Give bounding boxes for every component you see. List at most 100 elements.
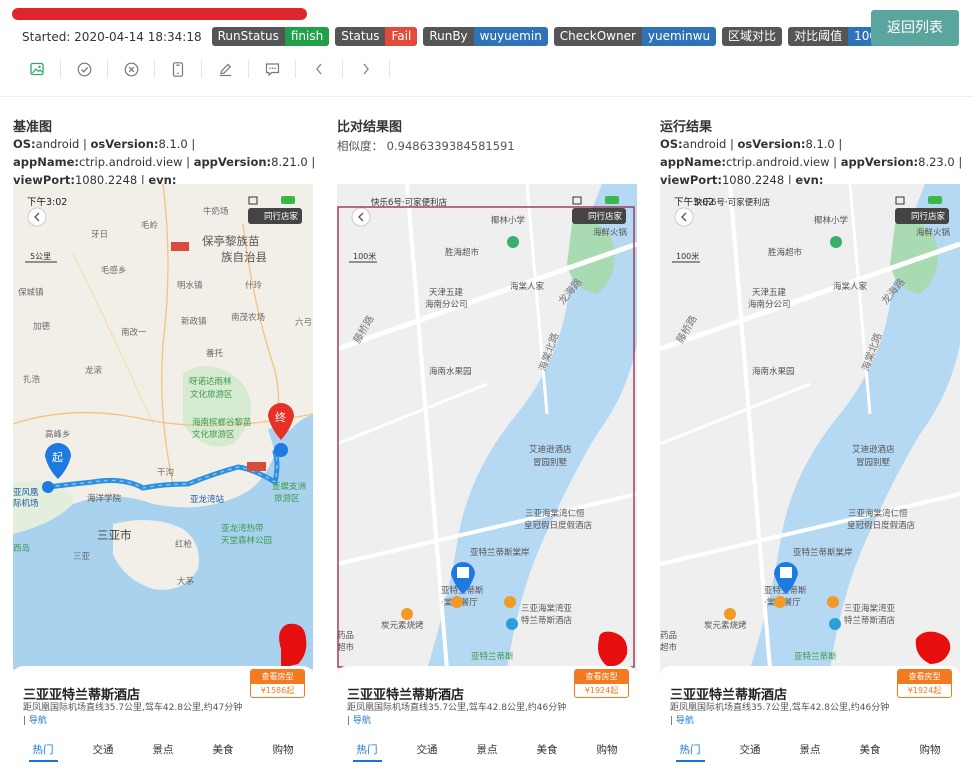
column-baseline: 基准图 OS:android | osVersion:8.1.0 | appNa… — [13, 116, 315, 188]
view-room-button[interactable]: 查看房型 ¥1924起 — [574, 669, 629, 698]
nav-link[interactable]: 导航 — [29, 716, 47, 726]
svg-text:三亚海棠湾亚: 三亚海棠湾亚 — [521, 603, 573, 614]
svg-text:皇冠假日度假酒店: 皇冠假日度假酒店 — [524, 520, 593, 531]
comment-icon[interactable] — [261, 58, 283, 80]
svg-text:特兰蒂斯酒店: 特兰蒂斯酒店 — [521, 615, 573, 626]
return-list-button[interactable]: 返回列表 — [871, 10, 959, 46]
column-title: 运行结果 — [660, 120, 713, 135]
tag-runstatus: RunStatus finish — [211, 27, 330, 46]
tab-shopping[interactable]: 购物 — [916, 742, 945, 762]
toolbar — [26, 58, 402, 80]
tag-runby: RunBy wuyuemin — [423, 27, 548, 46]
image-icon[interactable] — [26, 58, 48, 80]
svg-text:椰林小学: 椰林小学 — [491, 215, 526, 226]
phone-icon[interactable] — [167, 58, 189, 80]
svg-text:亚蝶支洲: 亚蝶支洲 — [272, 481, 306, 492]
svg-text:胜海超市: 胜海超市 — [768, 247, 803, 258]
svg-text:胜海超市: 胜海超市 — [445, 247, 480, 258]
chevron-left-icon[interactable] — [308, 58, 330, 80]
hotel-name[interactable]: 三亚亚特兰蒂斯酒店 — [23, 684, 140, 703]
svg-text:天津五建: 天津五建 — [752, 287, 787, 298]
column-title: 比对结果图 — [337, 120, 403, 135]
map-view: 牛奶场 毛岭 牙日 保亭黎族苗 族自治县 毛感乡 明水镇 什玲 保城镇 加德 南… — [13, 184, 313, 669]
hotel-distance: 距凤凰国际机场直线35.7公里,驾车42.8公里,约47分钟 | 导航 — [23, 703, 243, 726]
svg-text:海南分公司: 海南分公司 — [425, 299, 468, 310]
svg-text:毛感乡: 毛感乡 — [101, 265, 127, 276]
svg-text:亚特兰蒂斯棠岸: 亚特兰蒂斯棠岸 — [470, 547, 530, 558]
similarity: 相似度： 0.9486339384581591 — [337, 139, 515, 153]
hotel-distance: 距凤凰国际机场直线35.7公里,驾车42.8公里,约46分钟 | 导航 — [670, 703, 890, 726]
tab-hot[interactable]: 热门 — [675, 742, 705, 762]
card-tabs: 热门 交通 景点 美食 购物 — [337, 742, 637, 762]
hotel-card: 三亚亚特兰蒂斯酒店 距凤凰国际机场直线35.7公里,驾车42.8公里,约46分钟… — [337, 666, 637, 774]
svg-text:亚龙湾站: 亚龙湾站 — [190, 494, 225, 505]
svg-text:保城镇: 保城镇 — [18, 287, 44, 298]
nav-link[interactable]: 导航 — [353, 716, 371, 726]
svg-text:亚特兰蒂斯: 亚特兰蒂斯 — [794, 651, 837, 662]
svg-text:扎浩: 扎浩 — [23, 374, 41, 385]
compare-screenshot: 快乐6号·可家便利店 椰林小学 胜海超市 海鲜火锅 天津五建 海南分公司 海棠人… — [337, 184, 637, 774]
svg-text:药品: 药品 — [337, 630, 354, 641]
hotel-distance: 距凤凰国际机场直线35.7公里,驾车42.8公里,约46分钟 | 导航 — [347, 703, 567, 726]
svg-text:海鲜火锅: 海鲜火锅 — [916, 227, 950, 238]
svg-text:海南水果园: 海南水果园 — [429, 366, 472, 377]
close-circle-icon[interactable] — [120, 58, 142, 80]
tab-transport[interactable]: 交通 — [736, 742, 765, 762]
column-title: 基准图 — [13, 120, 53, 135]
svg-text:际机场: 际机场 — [13, 498, 39, 509]
tab-hot[interactable]: 热门 — [28, 742, 58, 762]
tab-shopping[interactable]: 购物 — [269, 742, 298, 762]
svg-text:牛奶场: 牛奶场 — [203, 206, 229, 217]
tab-food[interactable]: 美食 — [209, 742, 238, 762]
hotel-card: 三亚亚特兰蒂斯酒店 距凤凰国际机场直线35.7公里,驾车42.8公里,约47分钟… — [13, 666, 313, 774]
svg-text:大茅: 大茅 — [177, 576, 195, 587]
hotel-name[interactable]: 三亚亚特兰蒂斯酒店 — [347, 684, 464, 703]
tag-region-compare: 区域对比 — [722, 27, 783, 46]
svg-text:牙日: 牙日 — [91, 230, 108, 240]
tag-threshold: 对比阈值 100 — [788, 27, 883, 46]
svg-text:下午3:02: 下午3:02 — [674, 196, 714, 208]
tag-checkowner: CheckOwner yueminwu — [553, 27, 717, 46]
svg-text:红枪: 红枪 — [175, 539, 193, 550]
meta-row: Started: 2020-04-14 18:34:18 RunStatus fi… — [22, 27, 883, 46]
svg-text:冒园别墅: 冒园别墅 — [856, 457, 891, 468]
check-circle-icon[interactable] — [73, 58, 95, 80]
svg-text:艾迪逊酒店: 艾迪逊酒店 — [852, 444, 895, 455]
svg-text:海棠人家: 海棠人家 — [510, 281, 545, 292]
svg-text:海南槟榔谷黎苗: 海南槟榔谷黎苗 — [192, 417, 252, 428]
svg-text:毛岭: 毛岭 — [141, 220, 159, 231]
tab-food[interactable]: 美食 — [856, 742, 885, 762]
svg-text:加德: 加德 — [33, 321, 51, 332]
header-divider — [0, 96, 973, 97]
svg-text:旅游区: 旅游区 — [274, 493, 300, 504]
tab-hot[interactable]: 热门 — [352, 742, 382, 762]
redacted-title — [12, 8, 307, 20]
svg-text:100米: 100米 — [353, 251, 376, 261]
svg-text:亚龙湾热带: 亚龙湾热带 — [221, 523, 264, 534]
svg-text:药品: 药品 — [660, 630, 677, 641]
device-info: OS:android | osVersion:8.1.0 | — [660, 137, 843, 151]
tab-transport[interactable]: 交通 — [89, 742, 118, 762]
tab-sights[interactable]: 景点 — [473, 742, 502, 762]
tab-transport[interactable]: 交通 — [413, 742, 442, 762]
svg-text:海洋学院: 海洋学院 — [87, 493, 122, 504]
edit-icon[interactable] — [214, 58, 236, 80]
view-room-button[interactable]: 查看房型 ¥1924起 — [897, 669, 952, 698]
view-room-button[interactable]: 查看房型 ¥1586起 — [250, 669, 305, 698]
map-view: 快乐6号·可家便利店 椰林小学 胜海超市 海鲜火锅 天津五建 海南分公司 海棠人… — [660, 184, 960, 669]
hotel-name[interactable]: 三亚亚特兰蒂斯酒店 — [670, 684, 787, 703]
tab-sights[interactable]: 景点 — [796, 742, 825, 762]
svg-text:明水镇: 明水镇 — [177, 280, 203, 291]
nav-link[interactable]: 导航 — [676, 716, 694, 726]
tab-food[interactable]: 美食 — [533, 742, 562, 762]
tab-sights[interactable]: 景点 — [149, 742, 178, 762]
hotel-card: 三亚亚特兰蒂斯酒店 距凤凰国际机场直线35.7公里,驾车42.8公里,约46分钟… — [660, 666, 960, 774]
chevron-right-icon[interactable] — [355, 58, 377, 80]
svg-text:海鲜火锅: 海鲜火锅 — [593, 227, 627, 238]
app-info: appName:ctrip.android.view | appVersion:… — [660, 155, 963, 169]
tab-shopping[interactable]: 购物 — [593, 742, 622, 762]
svg-text:下午3:02: 下午3:02 — [27, 196, 67, 208]
svg-text:同行店家: 同行店家 — [911, 211, 946, 222]
svg-text:海棠人家: 海棠人家 — [833, 281, 868, 292]
svg-text:三亚市: 三亚市 — [97, 528, 132, 542]
